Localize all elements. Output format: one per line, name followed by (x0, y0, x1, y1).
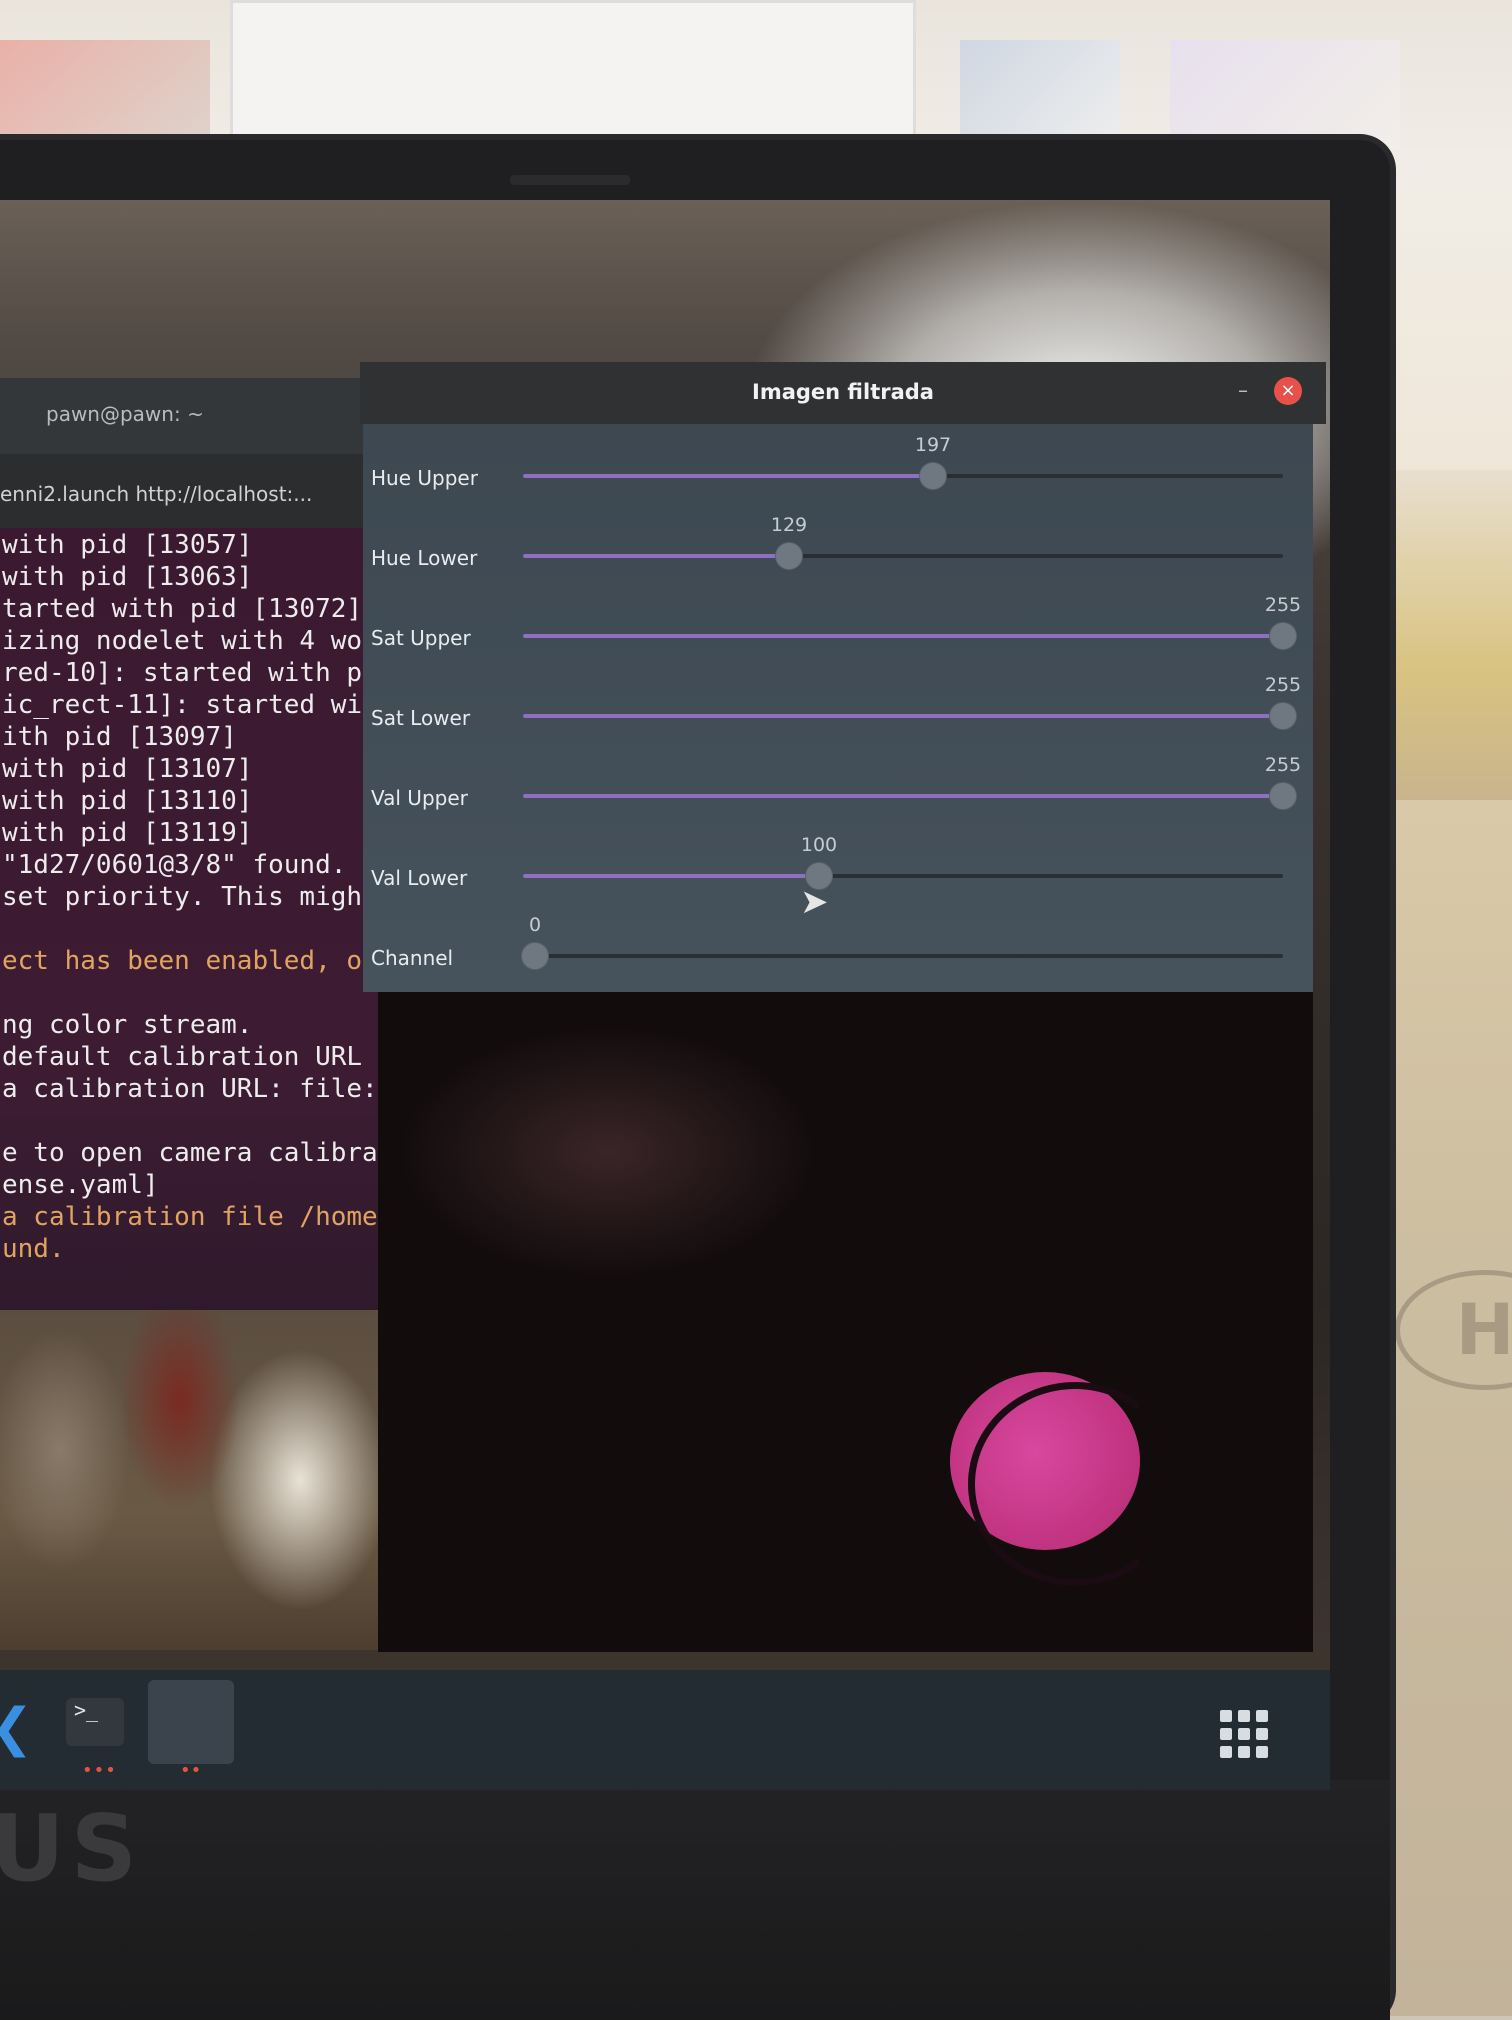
trackbar-hue-lower: Hue Lower 129 (363, 510, 1313, 590)
trackbar-fill (523, 714, 1283, 718)
window-titlebar[interactable]: Imagen filtrada – × (360, 362, 1326, 424)
trackbar-label: Hue Upper (371, 466, 478, 490)
trackbar-handle[interactable] (1269, 622, 1297, 650)
close-button[interactable]: × (1274, 377, 1302, 405)
trackbar-track[interactable] (521, 942, 1283, 970)
minimize-button[interactable]: – (1238, 378, 1248, 402)
trackbar-handle[interactable] (919, 462, 947, 490)
terminal-line: set priority. This might (2, 882, 378, 912)
vscode-icon[interactable]: ❮ (0, 1700, 40, 1756)
trackbar-fill (523, 474, 933, 478)
trackbar-track[interactable] (523, 622, 1297, 650)
wall-poster (1170, 40, 1400, 150)
terminal-titlebar[interactable]: pawn@pawn: ~ (0, 378, 392, 454)
wall-poster (960, 40, 1120, 150)
trackbar-fill (523, 554, 789, 558)
trackbar-label: Sat Upper (371, 626, 471, 650)
trackbar-handle[interactable] (775, 542, 803, 570)
filtered-image-window[interactable]: Imagen filtrada – × Hue Upper 197 Hue Lowe… (360, 362, 1326, 1682)
trackbar-value: 197 (914, 434, 952, 456)
terminal-line: default calibration URL (2, 1042, 363, 1072)
trackbar-value: 255 (1264, 674, 1302, 696)
window-thumbnail[interactable] (148, 1680, 234, 1764)
terminal-line: a calibration file /home/p (2, 1202, 392, 1232)
dock: ❮ >_ ••• •• (0, 1670, 1330, 1790)
trackbar-track[interactable] (523, 462, 1283, 490)
trackbar-fill (523, 634, 1283, 638)
terminal-line: izing nodelet with 4 wor (2, 626, 378, 656)
terminal-line: tarted with pid [13072] (2, 594, 363, 624)
workbench (1390, 470, 1512, 800)
trackbar-val-lower: Val Lower 100 (363, 830, 1313, 910)
terminal-tab[interactable]: enni2.launch http://localhost:... (0, 454, 392, 528)
terminal-line: ense.yaml] (2, 1170, 159, 1200)
terminal-icon[interactable]: >_ (66, 1698, 124, 1746)
trackbar-label: Val Upper (371, 786, 468, 810)
ball-seam (968, 1382, 1140, 1586)
terminal-output[interactable]: with pid [13057] with pid [13063] tarted … (0, 528, 392, 1310)
trackbar-sat-upper: Sat Upper 255 (363, 590, 1313, 670)
terminal-line: und. (2, 1234, 65, 1264)
trackbar-value: 255 (1264, 594, 1302, 616)
trackbar-track[interactable] (523, 782, 1297, 810)
terminal-line: with pid [13110] (2, 786, 253, 816)
trackbar-fill (523, 874, 819, 878)
trackbar-sat-lower: Sat Lower 255 (363, 670, 1313, 750)
terminal-line: with pid [13107] (2, 754, 253, 784)
terminal-line: a calibration URL: file:// (2, 1074, 392, 1104)
trackbar-label: Channel (371, 946, 454, 970)
terminal-window[interactable]: pawn@pawn: ~ enni2.launch http://localho… (0, 378, 392, 1310)
terminal-line: ic_rect-11]: started wit (2, 690, 378, 720)
trackbar-value: 100 (800, 834, 838, 856)
terminal-line: ect has been enabled, onl (2, 946, 392, 976)
trackbar-handle[interactable] (1269, 782, 1297, 810)
terminal-line: e to open camera calibrati (2, 1138, 392, 1168)
app-grid-icon[interactable] (1220, 1710, 1268, 1758)
trackbar-handle[interactable] (1269, 702, 1297, 730)
trackbar-track[interactable] (523, 862, 1283, 890)
terminal-line: "1d27/0601@3/8" found. (2, 850, 347, 880)
trackbar-value: 129 (770, 514, 808, 536)
trackbar-val-upper: Val Upper 255 (363, 750, 1313, 830)
laptop-brand: US (0, 1795, 143, 1902)
trackbar-value: 0 (528, 914, 542, 936)
trackbar-track[interactable] (523, 702, 1297, 730)
terminal-line: ng color stream. (2, 1010, 253, 1040)
webcam-notch (510, 175, 630, 185)
pink-ball (950, 1372, 1140, 1586)
trackbar-hue-upper: Hue Upper 197 (363, 430, 1313, 510)
terminal-line: with pid [13057] (2, 530, 253, 560)
terminal-title: pawn@pawn: ~ (46, 402, 204, 426)
terminal-line: with pid [13119] (2, 818, 253, 848)
trackbar-panel: Hue Upper 197 Hue Lower 129 Sat Upper 255 Sat … (363, 424, 1313, 992)
terminal-line: red-10]: started with pi (2, 658, 378, 688)
trackbar-handle[interactable] (521, 942, 549, 970)
mouse-cursor-icon: ➤ (800, 882, 829, 922)
trackbar-track[interactable] (523, 542, 1283, 570)
trackbar-label: Sat Lower (371, 706, 471, 730)
window-title: Imagen filtrada (752, 380, 934, 404)
trackbar-label: Val Lower (371, 866, 468, 890)
laptop-deck (0, 1780, 1390, 2020)
trackbar-label: Hue Lower (371, 546, 478, 570)
desktop-screen: pawn@pawn: ~ enni2.launch http://localho… (0, 200, 1330, 1790)
running-indicator: ••• (82, 1760, 117, 1781)
terminal-line: ith pid [13097] (2, 722, 237, 752)
trackbar-channel: Channel 0 (363, 910, 1313, 990)
running-indicator: •• (180, 1760, 202, 1781)
terminal-tab-label: enni2.launch http://localhost:... (0, 482, 313, 506)
terminal-line: with pid [13063] (2, 562, 253, 592)
trackbar-value: 255 (1264, 754, 1302, 776)
filtered-image (378, 992, 1313, 1652)
wallpaper-painting (0, 1310, 400, 1650)
trackbar-fill (523, 794, 1283, 798)
